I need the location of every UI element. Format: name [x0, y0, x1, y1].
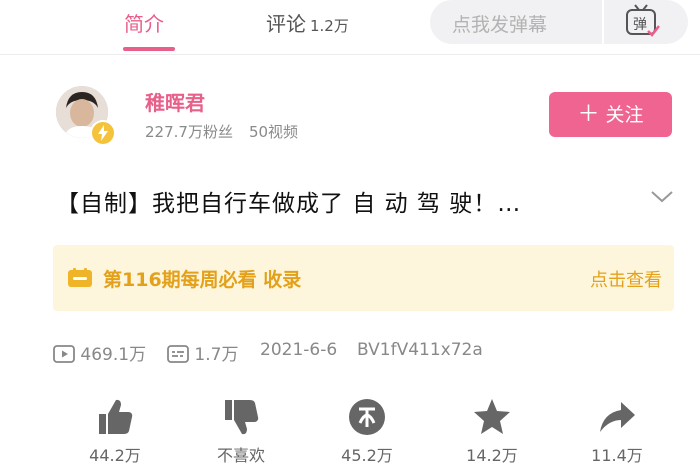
tab-comments[interactable]: 评论 1.2万 [266, 8, 349, 37]
follow-button[interactable]: ＋关注 [549, 92, 672, 137]
danmaku-input[interactable]: 点我发弹幕 [452, 10, 547, 37]
dislike-button[interactable]: 不喜欢 [201, 396, 281, 466]
share-arrow-icon [600, 402, 635, 432]
video-count: 50视频 [248, 123, 299, 141]
weekly-text: 第116期每周必看 收录 [103, 269, 302, 291]
coin-button[interactable]: 45.2万 [327, 396, 407, 466]
chevron-down-icon [651, 191, 673, 203]
coin-icon [349, 399, 385, 435]
weekly-banner[interactable]: 第116期每周必看 收录 点击查看 [53, 245, 674, 311]
plus-icon: ＋ [577, 102, 600, 127]
danmaku-tv-icon: 弹 [626, 4, 660, 37]
weekly-view-link[interactable]: 点击查看 [590, 266, 662, 292]
favorite-button[interactable]: 14.2万 [452, 396, 532, 466]
like-count: 44.2万 [89, 446, 141, 465]
uploader-stats: 227.7万粉丝 50视频 [145, 121, 298, 142]
view-count: 469.1万 [53, 340, 146, 365]
publish-date: 2021-6-6 [260, 340, 338, 360]
expand-button[interactable] [650, 186, 674, 206]
calendar-icon [67, 268, 93, 288]
danmaku-count: 1.7万 [167, 340, 238, 365]
view-count-value: 469.1万 [80, 345, 147, 365]
danmaku-settings-button[interactable]: 弹 [624, 4, 660, 38]
danmaku-icon [167, 345, 189, 363]
like-button[interactable]: 44.2万 [75, 396, 155, 466]
tab-comments-count: 1.2万 [310, 17, 349, 35]
danmaku-divider [602, 0, 604, 44]
top-tab-bar: 简介 评论 1.2万 点我发弹幕 弹 [0, 0, 700, 54]
share-count: 11.4万 [591, 446, 643, 465]
danmaku-count-value: 1.7万 [194, 345, 239, 365]
uploader-name[interactable]: 稚晖君 [145, 87, 205, 116]
favorite-count: 14.2万 [466, 446, 518, 465]
danmaku-button-label: 弹 [633, 17, 647, 33]
tab-intro-label: 简介 [124, 12, 164, 36]
dislike-label: 不喜欢 [216, 446, 265, 465]
tab-active-indicator [123, 47, 175, 51]
follower-count: 227.7万粉丝 [145, 123, 233, 141]
video-title: 【自制】我把自行车做成了 自 动 驾 驶！… [56, 191, 522, 217]
danmaku-bar: 点我发弹幕 弹 [430, 0, 688, 44]
verified-badge [90, 120, 116, 146]
share-button[interactable]: 11.4万 [577, 396, 657, 466]
bvid: BV1fV411x72a [357, 340, 483, 360]
thumbs-up-icon [99, 399, 133, 434]
tab-comments-label: 评论 [266, 12, 306, 36]
star-icon [474, 399, 510, 434]
top-divider [0, 54, 700, 55]
follow-label: 关注 [605, 104, 644, 126]
tab-intro[interactable]: 简介 [124, 8, 164, 37]
coin-count: 45.2万 [341, 446, 393, 465]
lightning-icon [98, 125, 108, 141]
thumbs-down-icon [225, 400, 259, 435]
play-icon [53, 345, 75, 363]
